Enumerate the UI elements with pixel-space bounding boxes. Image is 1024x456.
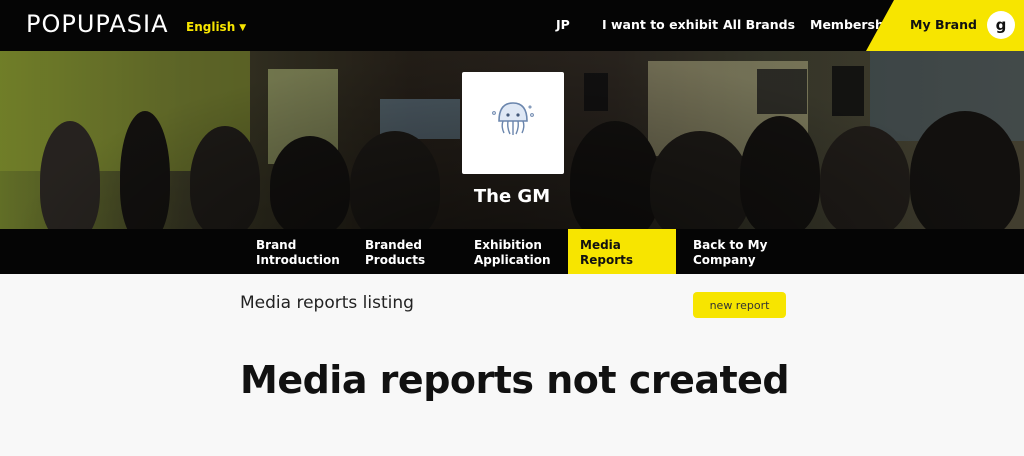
brand-tabs: Brand Introduction Branded Products Exhi… [0,229,1024,274]
user-avatar[interactable]: g [987,11,1015,39]
chevron-down-icon: ▼ [239,23,247,33]
brand-logo-card [462,72,564,174]
language-selector[interactable]: English ▼ [186,20,246,34]
nav-my-brand[interactable]: My Brand [910,17,977,32]
nav-all-brands[interactable]: All Brands [723,17,795,32]
site-logo[interactable]: POPUPASIA [26,10,169,38]
new-report-button[interactable]: new report [693,292,786,318]
language-label: English [186,20,236,34]
tab-media-reports[interactable]: Media Reports [568,229,676,274]
tab-branded-products[interactable]: Branded Products [353,229,461,274]
nav-i-want-to-exhibit[interactable]: I want to exhibit [602,17,718,32]
section-title: Media reports listing [240,293,414,313]
tab-back-to-my-company[interactable]: Back to My Company [681,229,789,274]
empty-state-message: Media reports not created [240,358,790,402]
brand-name: The GM [473,186,551,207]
top-navigation-bar: POPUPASIA English ▼ JP I want to exhibit… [0,0,1024,51]
nav-jp[interactable]: JP [556,17,570,32]
jellyfish-logo-icon [492,102,534,135]
tab-brand-introduction[interactable]: Brand Introduction [244,229,352,274]
tab-exhibition-application[interactable]: Exhibition Application [462,229,570,274]
